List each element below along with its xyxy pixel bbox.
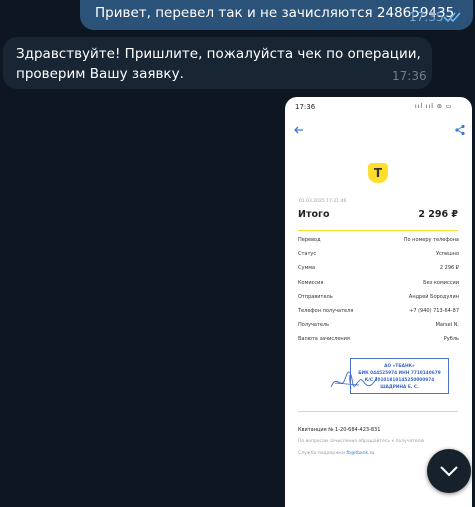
row-value: +7 (940) 713-64-87 [409, 307, 459, 314]
row-label: Получатель [298, 322, 330, 329]
receipt-row: Сумма 2 296 ₽ [298, 265, 459, 279]
receipt-divider [298, 230, 458, 231]
row-value: Без комиссии [423, 279, 459, 286]
receipt-row: Статус Успешно [298, 251, 459, 265]
row-value: 2 296 ₽ [439, 265, 459, 272]
receipt-total-label: Итого [298, 209, 330, 220]
message-text: Привет, перевел так и не зачисляются 248… [95, 5, 455, 21]
receipt-total-value: 2 296 ₽ [418, 209, 458, 220]
message-time: 17:35 [409, 10, 444, 24]
receipt-date: 01.03.2025 17:21:46 [299, 199, 347, 204]
row-value: Marsel N. [435, 322, 459, 329]
signature-icon [329, 369, 379, 393]
receipt-row: Получатель Marsel N. [298, 322, 459, 336]
receipt-screenshot-image[interactable]: 17:36 ııl ııl ⊜ ▭ Т 01.03.2025 17:21:46 … [285, 97, 472, 507]
phone-status-time: 17:36 [295, 103, 316, 111]
receipt-row: Комиссия Без комиссии [298, 280, 459, 294]
double-check-icon [443, 10, 465, 24]
receipt-row: Валюта зачисления Рубль [298, 336, 459, 350]
row-label: Отправитель [298, 293, 333, 300]
row-label: Перевод [298, 237, 321, 243]
message-text-line-2: проверим Вашу заявку. [16, 66, 184, 82]
row-label: Сумма [298, 265, 316, 272]
incoming-message[interactable]: Здравствуйте! Пришлите, пожалуйста чек п… [3, 37, 432, 89]
row-label: Валюта зачисления [298, 336, 350, 343]
share-icon [454, 121, 466, 136]
row-value: Успешно [435, 251, 459, 258]
receipt-row: Перевод По номеру телефона [298, 237, 459, 251]
row-value: Андрей Бородулин [408, 293, 459, 300]
support-line: Служба поддержки fb@tbank.ru [298, 451, 374, 456]
receipt-number: Квитанция № 1-20-684-423-831 [298, 427, 381, 433]
message-time: 17:36 [392, 69, 427, 83]
message-text-line-1: Здравствуйте! Пришлите, пожалуйста чек п… [16, 46, 421, 62]
back-arrow-icon [293, 121, 305, 134]
support-prefix: Служба поддержки [298, 451, 347, 456]
bank-logo-letter: Т [373, 166, 383, 180]
row-label: Комиссия [298, 279, 324, 286]
scroll-down-button[interactable] [427, 449, 471, 493]
support-email-link: fb@tbank.ru [346, 451, 375, 456]
row-label: Телефон получателя [298, 307, 354, 314]
bank-logo: Т [368, 163, 388, 183]
receipt-details: Перевод По номеру телефона Статус Успешно … [298, 237, 459, 351]
receipt-row: Телефон получателя +7 (940) 713-64-87 [298, 308, 459, 322]
row-value: Рубль [443, 336, 459, 343]
row-value: По номеру телефона [403, 237, 459, 243]
receipt-row: Отправитель Андрей Бородулин [298, 294, 459, 308]
row-label: Статус [298, 251, 317, 258]
receipt-divider [298, 411, 458, 412]
outgoing-message[interactable]: Привет, перевел так и не зачисляются 248… [80, 0, 473, 30]
chevron-down-icon [440, 466, 458, 477]
phone-status-icons: ııl ııl ⊜ ▭ [415, 103, 453, 110]
receipt-note: По вопросам зачисления обращайтесь к пол… [298, 439, 425, 444]
